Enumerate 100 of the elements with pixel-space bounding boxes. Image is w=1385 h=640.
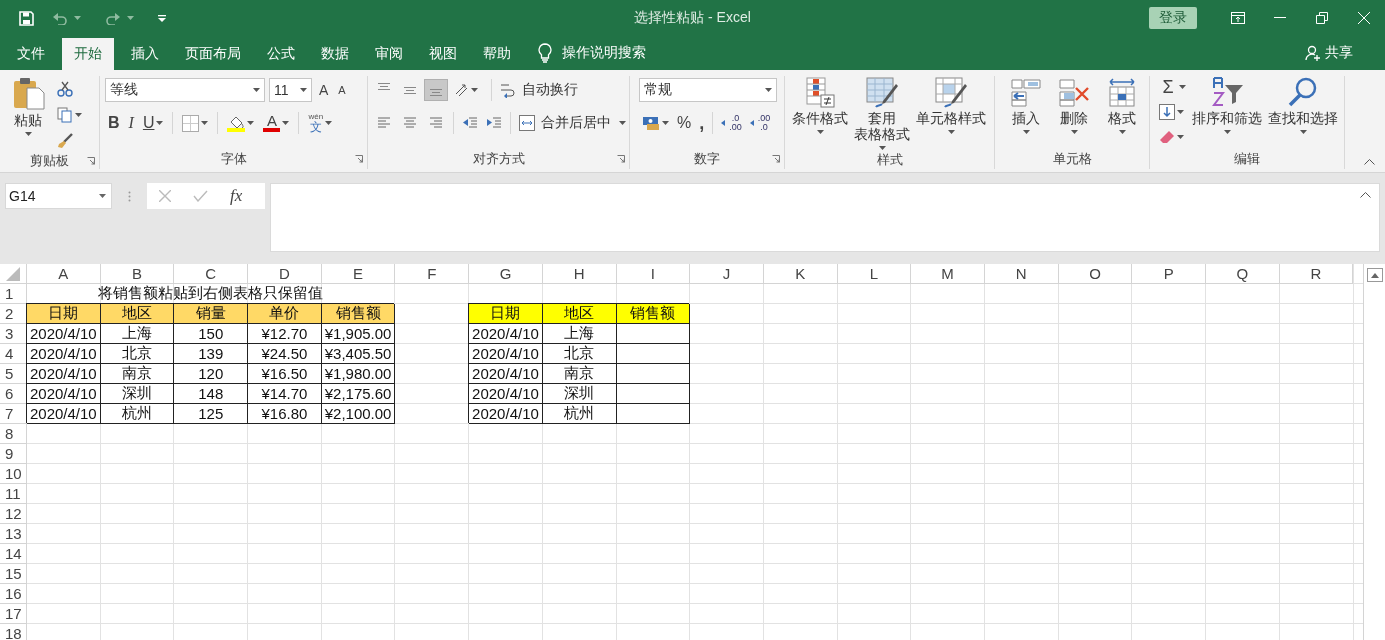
insert-button[interactable]: 插入 [1007,76,1045,134]
ribbon-tab[interactable]: 数据 [308,38,362,70]
caret-icon[interactable] [1299,130,1307,134]
underline-button[interactable]: U [139,112,167,134]
customize-icon[interactable] [158,14,166,22]
column-header[interactable]: A [27,264,101,284]
ribbon-tab[interactable]: 页面布局 [172,38,254,70]
caret-icon[interactable] [247,121,255,125]
paste-button[interactable]: 粘贴 [8,76,48,136]
format-as-table-button[interactable]: 套用 表格格式 [851,76,913,150]
vertical-scrollbar[interactable] [1363,264,1385,640]
caret-icon[interactable] [1070,130,1078,134]
column-header[interactable]: M [911,264,985,284]
copy-button[interactable] [54,104,85,126]
sign-in-button[interactable]: 登录 [1149,7,1197,29]
column-header[interactable]: H [542,264,617,284]
find-select-button[interactable]: 查找和选择 [1265,76,1341,134]
font-size-field[interactable]: 11 [269,78,312,102]
ribbon-tab[interactable]: 文件 [4,38,58,70]
caret-icon[interactable] [1022,130,1030,134]
bold-button[interactable]: B [105,112,123,134]
expand-formula-button[interactable] [1360,190,1371,198]
redo-icon[interactable] [105,11,121,25]
comma-button[interactable]: , [696,112,708,134]
grow-font-button[interactable]: A [316,79,332,101]
row-header[interactable]: 2 [0,304,27,324]
row-header[interactable]: 14 [0,544,27,564]
save-button[interactable] [19,10,34,26]
caret-icon[interactable] [816,130,824,134]
drag-handle-icon[interactable] [128,190,131,202]
column-header[interactable]: L [837,264,912,284]
column-header[interactable]: Q [1206,264,1280,284]
increase-decimal-button[interactable]: .0 .00 [718,112,745,134]
column-header[interactable]: G [469,264,543,284]
caret-icon[interactable] [24,132,32,136]
row-header[interactable]: 10 [0,464,27,484]
dialog-launcher-icon[interactable] [772,155,780,163]
ribbon-tab[interactable]: 插入 [118,38,172,70]
column-header[interactable]: B [100,264,175,284]
column-header[interactable]: D [248,264,322,284]
conditional-format-button[interactable]: 条件格式 [789,76,851,134]
row-header[interactable]: 1 [0,284,27,304]
format-button[interactable]: 格式 [1103,76,1141,134]
row-header[interactable]: 15 [0,564,27,584]
row-header[interactable]: 11 [0,484,27,504]
insert-function-button[interactable]: fx [230,186,243,206]
ribbon-tab[interactable]: 开始 [62,38,114,70]
caret-icon[interactable] [75,113,82,117]
row-header[interactable]: 8 [0,424,27,444]
ribbon-tab[interactable]: 审阅 [362,38,416,70]
delete-button[interactable]: 删除 [1055,76,1093,134]
dialog-launcher-icon[interactable] [87,157,95,165]
column-header[interactable]: O [1058,264,1133,284]
shrink-font-button[interactable]: A [335,79,349,101]
caret-icon[interactable] [1177,135,1184,139]
column-header[interactable]: K [763,264,838,284]
caret-icon[interactable] [1118,130,1126,134]
sort-filter-button[interactable]: 排序和筛选 [1189,76,1265,134]
name-box[interactable]: G14 [5,183,112,209]
dialog-launcher-icon[interactable] [617,155,625,163]
caret-icon[interactable] [878,146,886,150]
collapse-ribbon-button[interactable] [1364,158,1375,165]
share-button[interactable]: 共享 [1305,36,1353,70]
row-header[interactable]: 16 [0,584,27,604]
row-header[interactable]: 12 [0,504,27,524]
caret-icon[interactable] [662,121,669,125]
number-format-field[interactable]: 常规 [639,78,777,102]
wrap-text-button[interactable]: 自动换行 [497,79,581,101]
autosum-button[interactable]: Σ [1156,76,1189,98]
cell-styles-button[interactable]: 单元格样式 [913,76,989,134]
caret-icon[interactable] [201,121,209,125]
column-header[interactable]: N [984,264,1059,284]
dialog-launcher-icon[interactable] [355,155,363,163]
italic-button[interactable]: I [125,112,137,134]
caret-icon[interactable] [1177,110,1184,114]
column-header[interactable]: F [395,264,470,284]
caret-icon[interactable] [300,88,307,92]
column-header[interactable]: I [616,264,691,284]
caret-icon[interactable] [282,121,290,125]
caret-icon[interactable] [253,88,260,92]
percent-button[interactable]: % [674,112,695,134]
caret-icon[interactable] [99,194,106,198]
ribbon-tab[interactable]: 视图 [416,38,470,70]
caret-icon[interactable] [1223,130,1231,134]
caret-icon[interactable] [619,121,626,125]
phonetic-button[interactable]: wén 文 [305,112,336,134]
font-name-field[interactable]: 等线 [105,78,265,102]
ribbon-tab[interactable]: 公式 [254,38,308,70]
row-header[interactable]: 13 [0,524,27,544]
column-header[interactable]: J [690,264,764,284]
column-header[interactable]: P [1132,264,1206,284]
font-color-button[interactable]: A [260,112,293,134]
caret-icon[interactable] [1179,85,1186,89]
column-header[interactable]: R [1279,264,1354,284]
tell-me-search[interactable]: 操作说明搜索 [538,36,646,70]
column-header[interactable]: C [174,264,249,284]
caret-icon[interactable] [947,130,955,134]
caret-icon[interactable] [325,121,333,125]
undo-icon[interactable] [52,11,68,25]
column-header[interactable]: E [321,264,396,284]
